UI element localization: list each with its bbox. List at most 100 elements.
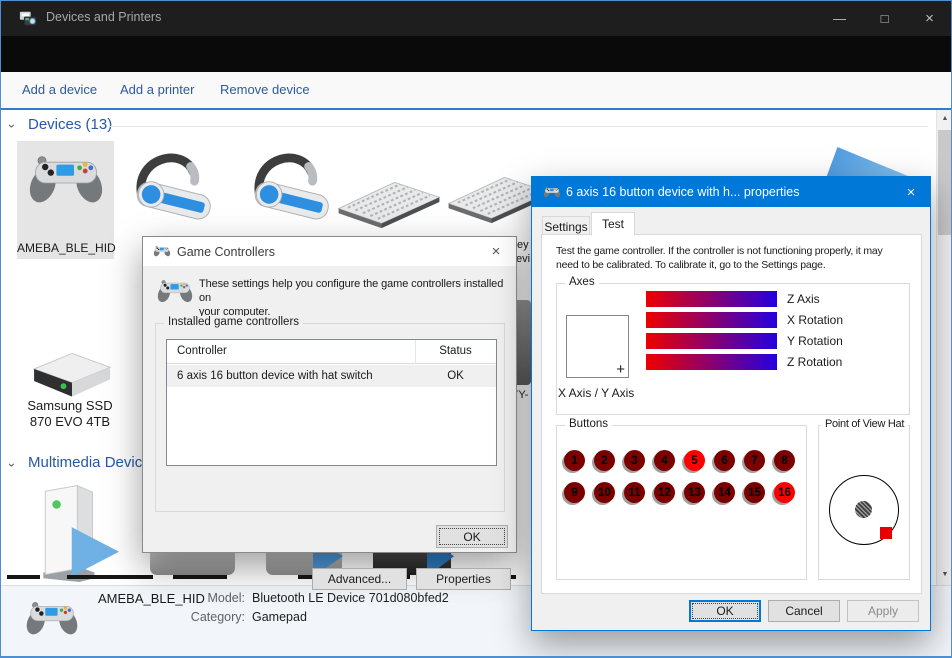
axes-group-label: Axes <box>565 276 599 288</box>
maximize-button[interactable]: □ <box>862 0 907 36</box>
gamepad-icon <box>153 244 171 258</box>
dialog-title-bar: 6 axis 16 button device with h... proper… <box>532 177 930 207</box>
table-row[interactable]: 6 axis 16 button device with hat switch … <box>167 365 496 387</box>
gamepad-icon <box>26 150 106 208</box>
controller-button-9: 9 <box>564 482 585 503</box>
controller-name-cell: 6 axis 16 button device with hat switch <box>177 370 373 382</box>
xy-axis-test-area: + <box>566 315 629 378</box>
column-controller[interactable]: Controller <box>177 345 227 357</box>
x-rotation-bar <box>646 312 777 328</box>
minimize-button[interactable]: — <box>817 0 862 36</box>
apply-button[interactable]: Apply <box>847 600 919 622</box>
device-tile-label: AMEBA_BLE_HID <box>17 241 114 255</box>
buttons-group: Buttons 1 2 3 4 5 6 7 8 9 10 11 12 13 14… <box>556 425 807 580</box>
devices-section-chevron-icon[interactable]: › <box>5 124 19 128</box>
pov-hat-group: Point of View Hat <box>818 425 910 580</box>
title-bar: Devices and Printers — □ × <box>0 0 952 36</box>
z-axis-bar <box>646 291 777 307</box>
controller-button-5: 5 <box>684 450 705 471</box>
column-status[interactable]: Status <box>415 345 496 357</box>
controller-button-11: 11 <box>624 482 645 503</box>
ssd-drive-icon[interactable] <box>22 348 117 402</box>
controller-button-7: 7 <box>744 450 765 471</box>
gamepad-icon <box>156 277 194 305</box>
dialog-title: 6 axis 16 button device with h... proper… <box>566 185 799 199</box>
keyboard-icon[interactable] <box>333 175 445 230</box>
controller-button-3: 3 <box>624 450 645 471</box>
dialog-title-bar: Game Controllers × <box>143 237 516 266</box>
dialog-description: These settings help you configure the ga… <box>199 277 514 319</box>
clipped-device-icon <box>150 553 235 575</box>
clipped-device-label <box>173 575 227 579</box>
tab-test[interactable]: Test <box>591 212 635 236</box>
vertical-scrollbar[interactable]: ▲ ▼ <box>936 110 952 585</box>
remove-device-button[interactable]: Remove device <box>220 82 310 97</box>
close-icon[interactable]: × <box>896 181 926 203</box>
controllers-table[interactable]: Controller Status 6 axis 16 button devic… <box>166 339 497 466</box>
button-indicator-row: 1 2 3 4 5 6 7 8 <box>564 450 795 471</box>
close-icon[interactable]: × <box>482 241 510 261</box>
gamepad-icon <box>24 597 80 639</box>
buttons-group-label: Buttons <box>565 418 612 430</box>
controller-button-1: 1 <box>564 450 585 471</box>
tab-settings[interactable]: Settings <box>542 216 590 236</box>
controller-status-cell: OK <box>415 370 496 382</box>
clipped-device-label: evi <box>516 253 530 265</box>
controller-button-10: 10 <box>594 482 615 503</box>
bluetooth-headset-icon[interactable] <box>246 143 334 235</box>
scrollbar-thumb[interactable] <box>938 130 952 235</box>
dialog-title: Game Controllers <box>177 245 275 259</box>
monitor-icon-fragment[interactable] <box>826 147 908 176</box>
group-label: Installed game controllers <box>164 316 303 328</box>
ssd-label-line2: 870 EVO 4TB <box>15 414 125 429</box>
y-rotation-bar <box>646 333 777 349</box>
properties-button[interactable]: Properties <box>416 568 511 590</box>
test-description: Test the game controller. If the control… <box>556 244 921 272</box>
model-value: Bluetooth LE Device 701d080bfed2 <box>252 591 449 605</box>
button-indicator-row: 9 10 11 12 13 14 15 16 <box>564 482 795 503</box>
media-device-icon[interactable] <box>28 478 123 582</box>
devices-printers-icon <box>19 9 37 27</box>
game-controllers-dialog: Game Controllers × These settings help y… <box>142 236 517 553</box>
z-rotation-bar <box>646 354 777 370</box>
controller-button-4: 4 <box>654 450 675 471</box>
add-device-button[interactable]: Add a device <box>22 82 97 97</box>
advanced-button[interactable]: Advanced... <box>312 568 407 590</box>
controller-button-6: 6 <box>714 450 735 471</box>
clipped-device-label: ey <box>517 239 529 251</box>
axis-bar-row: Z Rotation <box>646 354 842 370</box>
device-tile-gamepad[interactable]: AMEBA_BLE_HID <box>17 141 114 259</box>
column-divider[interactable] <box>415 340 416 364</box>
multimedia-section-header[interactable]: Multimedia Devic <box>28 454 142 471</box>
axis-label: X Rotation <box>787 313 843 327</box>
clipped-device-label <box>67 575 153 579</box>
scroll-up-icon[interactable]: ▲ <box>937 110 952 127</box>
add-printer-button[interactable]: Add a printer <box>120 82 194 97</box>
ok-button[interactable]: OK <box>436 525 508 548</box>
ok-button[interactable]: OK <box>689 600 761 622</box>
axis-label: Z Axis <box>787 292 820 306</box>
category-value: Gamepad <box>252 610 307 624</box>
controller-button-2: 2 <box>594 450 615 471</box>
installed-controllers-group: Installed game controllers Controller St… <box>155 323 505 512</box>
scroll-down-icon[interactable]: ▼ <box>937 566 952 583</box>
devices-and-printers-window: Devices and Printers — □ × ← → › ↑ « All… <box>0 0 952 658</box>
cancel-button[interactable]: Cancel <box>768 600 840 622</box>
pov-hat-direction-marker <box>880 527 892 539</box>
axis-bar-row: X Rotation <box>646 312 843 328</box>
xy-axis-label: X Axis / Y Axis <box>558 386 634 400</box>
devices-section-header[interactable]: Devices (13) <box>28 116 112 133</box>
window-title: Devices and Printers <box>46 10 161 24</box>
pov-hat-label: Point of View Hat <box>821 418 908 430</box>
gamepad-icon <box>543 185 561 199</box>
axis-label: Z Rotation <box>787 355 842 369</box>
table-header[interactable]: Controller Status <box>167 340 496 364</box>
bluetooth-headset-icon[interactable] <box>128 143 216 235</box>
controller-button-8: 8 <box>774 450 795 471</box>
multimedia-section-chevron-icon[interactable]: › <box>5 463 19 467</box>
command-bar: Add a device Add a printer Remove device… <box>0 72 952 108</box>
crosshair-icon: + <box>616 362 625 377</box>
controller-button-13: 13 <box>684 482 705 503</box>
close-button[interactable]: × <box>907 0 952 36</box>
controller-button-15: 15 <box>744 482 765 503</box>
